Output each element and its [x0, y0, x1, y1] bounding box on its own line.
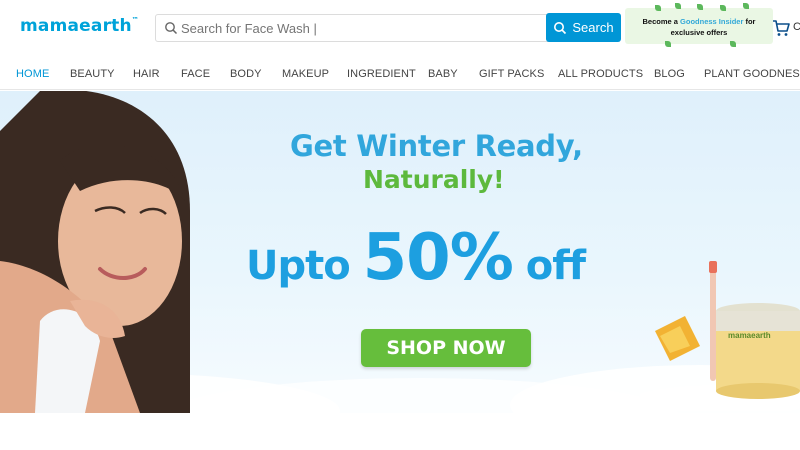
leaf-icon	[675, 3, 681, 9]
banner-subheadline: Naturally!	[363, 165, 505, 194]
search-button[interactable]: Search	[546, 13, 621, 42]
product-brand-label: mamaearth	[728, 331, 771, 340]
product-image	[640, 261, 800, 411]
main-nav: HOME BEAUTY HAIR FACE BODY MAKEUP INGRED…	[0, 58, 800, 90]
leaf-icon	[697, 4, 703, 10]
leaf-icon	[665, 41, 671, 47]
model-image	[0, 91, 190, 413]
brand-logo[interactable]: mamaearth™	[20, 16, 139, 36]
page-body	[0, 413, 800, 450]
nav-item-face[interactable]: FACE	[181, 68, 210, 80]
nav-item-makeup[interactable]: MAKEUP	[282, 68, 329, 80]
search-input[interactable]	[181, 17, 541, 39]
search-icon	[554, 21, 567, 34]
leaf-icon	[720, 5, 726, 11]
leaf-icon	[655, 5, 661, 11]
leaf-icon	[730, 41, 736, 47]
cart-icon[interactable]	[772, 19, 790, 37]
hero-banner[interactable]: Get Winter Ready, Naturally! Upto 50% of…	[0, 91, 800, 413]
cart-label[interactable]: C	[793, 21, 800, 33]
promo-line-2: exclusive offers	[670, 28, 728, 37]
nav-item-plant-goodness[interactable]: PLANT GOODNESS	[704, 68, 800, 80]
nav-item-body[interactable]: BODY	[230, 68, 262, 80]
leaf-icon	[743, 3, 749, 9]
site-header: mamaearth™ Search Become a Goodness Insi…	[0, 0, 800, 56]
banner-offer: Upto 50% off	[246, 221, 586, 295]
nav-item-ingredient[interactable]: INGREDIENT	[347, 68, 416, 80]
shop-now-button[interactable]: SHOP NOW	[361, 329, 531, 367]
nav-item-beauty[interactable]: BEAUTY	[70, 68, 115, 80]
nav-item-blog[interactable]: BLOG	[654, 68, 685, 80]
banner-headline: Get Winter Ready,	[290, 129, 583, 163]
nav-item-hair[interactable]: HAIR	[133, 68, 160, 80]
goodness-insider-promo[interactable]: Become a Goodness Insider for exclusive …	[625, 3, 773, 47]
nav-item-baby[interactable]: BABY	[428, 68, 458, 80]
nav-item-home[interactable]: HOME	[16, 68, 49, 80]
nav-item-all-products[interactable]: ALL PRODUCTS	[558, 68, 643, 80]
promo-line-1: Become a Goodness Insider for	[642, 17, 756, 26]
search-icon	[165, 22, 178, 35]
search-button-label: Search	[572, 20, 614, 35]
nav-item-gift-packs[interactable]: GIFT PACKS	[479, 68, 544, 80]
